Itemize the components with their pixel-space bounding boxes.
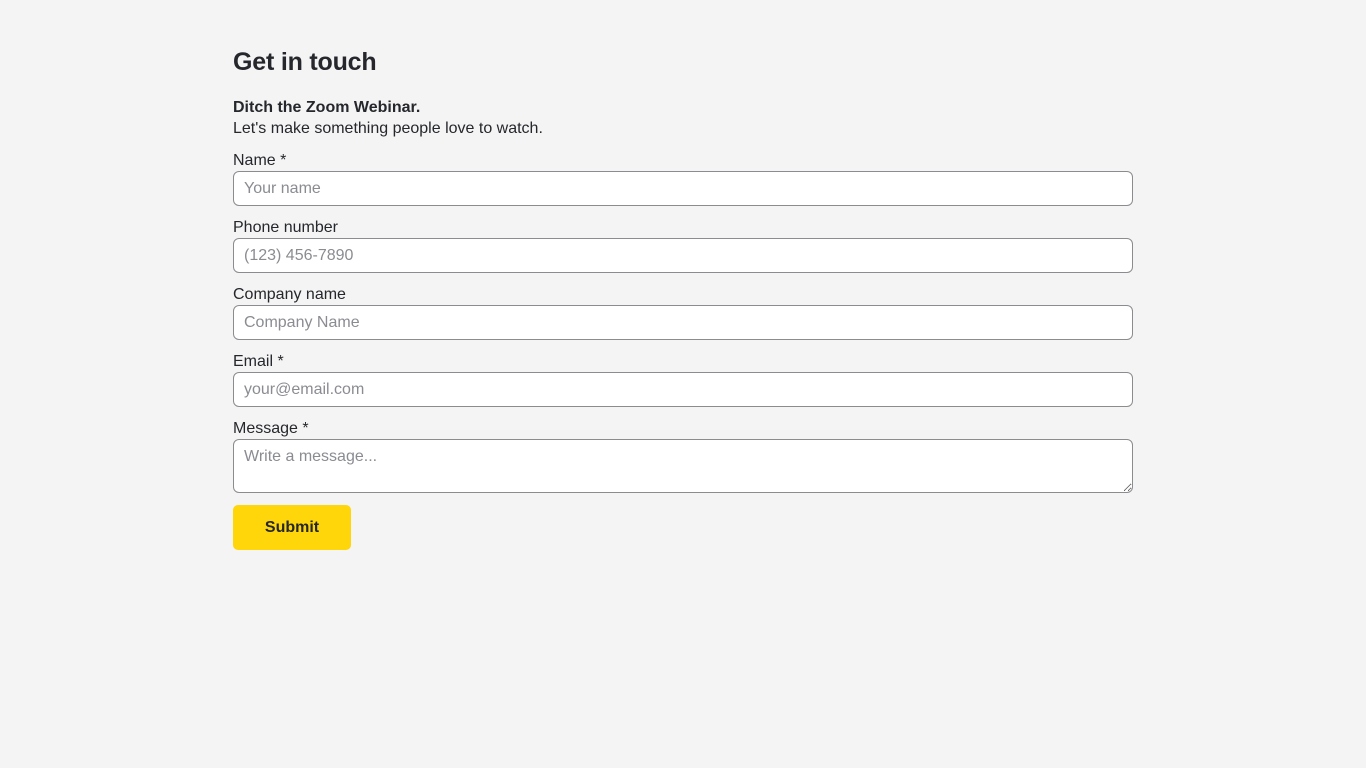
email-field-group: Email * — [233, 352, 1133, 407]
intro-lead: Ditch the Zoom Webinar. — [233, 99, 421, 116]
email-input[interactable] — [233, 372, 1133, 407]
email-label: Email * — [233, 353, 284, 370]
company-label: Company name — [233, 286, 346, 303]
company-field-group: Company name — [233, 285, 1133, 340]
company-input[interactable] — [233, 305, 1133, 340]
contact-form: Get in touch Ditch the Zoom Webinar. Let… — [233, 44, 1133, 550]
name-field-group: Name * — [233, 151, 1133, 206]
page-title: Get in touch — [233, 48, 377, 76]
phone-field-group: Phone number — [233, 218, 1133, 273]
submit-button[interactable]: Submit — [233, 505, 351, 550]
name-input[interactable] — [233, 171, 1133, 206]
message-textarea[interactable] — [233, 439, 1133, 493]
message-label: Message * — [233, 420, 309, 437]
name-label: Name * — [233, 152, 287, 169]
intro-text: Ditch the Zoom Webinar. Let's make somet… — [233, 97, 1133, 139]
phone-label: Phone number — [233, 219, 338, 236]
intro-sub: Let's make something people love to watc… — [233, 120, 543, 137]
message-field-group: Message * — [233, 419, 1133, 493]
phone-input[interactable] — [233, 238, 1133, 273]
